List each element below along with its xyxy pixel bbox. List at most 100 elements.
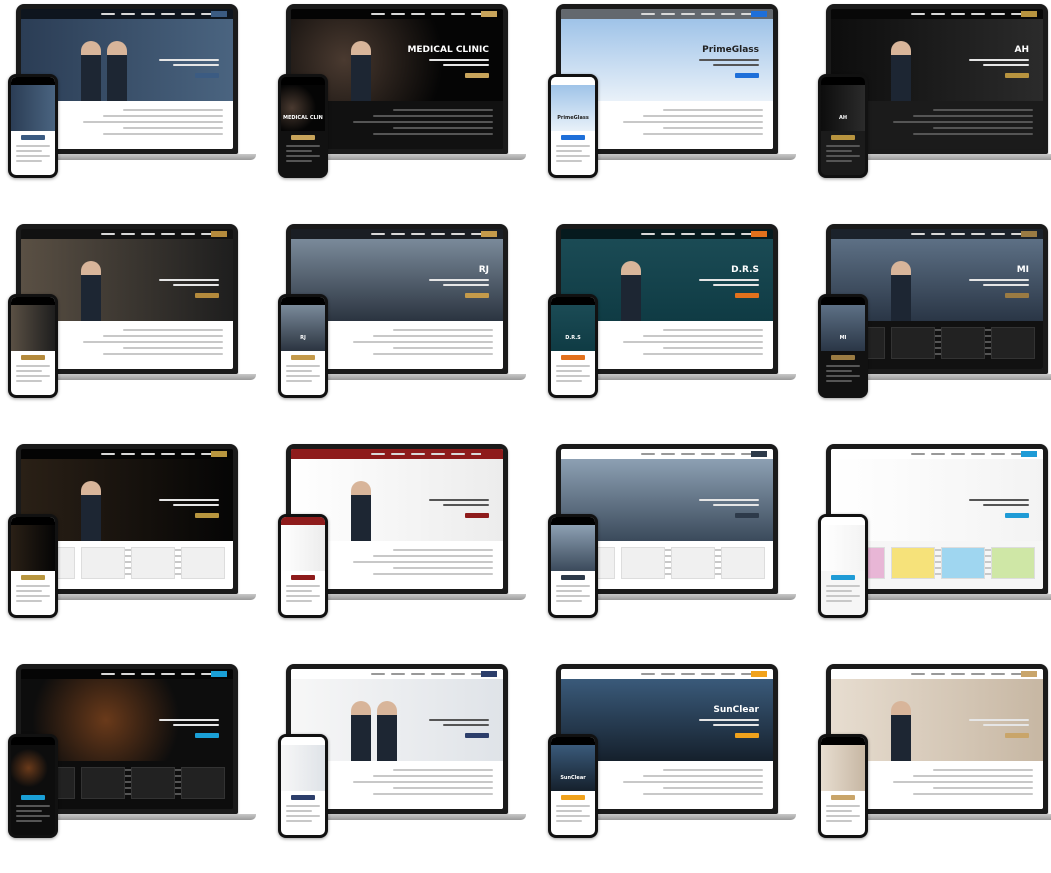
phone-cta-button[interactable] [21,575,45,580]
cta-button[interactable] [735,73,759,78]
nav-link[interactable] [161,13,175,15]
nav-link[interactable] [641,233,655,235]
nav-link[interactable] [451,13,465,15]
phone-cta-button[interactable] [21,355,45,360]
site-logo[interactable] [751,231,767,237]
nav-link[interactable] [701,13,715,15]
nav-link[interactable] [661,673,675,675]
nav-link[interactable] [141,233,155,235]
nav-link[interactable] [721,13,735,15]
nav-link[interactable] [141,13,155,15]
phone-cta-button[interactable] [561,355,585,360]
site-logo[interactable] [481,11,497,17]
site-logo[interactable] [211,231,227,237]
nav-link[interactable] [701,673,715,675]
nav-link[interactable] [101,233,115,235]
cta-button[interactable] [195,733,219,738]
feature-card[interactable] [941,547,985,579]
nav-link[interactable] [951,233,965,235]
nav-link[interactable] [991,233,1005,235]
feature-card[interactable] [991,547,1035,579]
feature-card[interactable] [671,547,715,579]
nav-link[interactable] [911,233,925,235]
nav-link[interactable] [411,13,425,15]
nav-link[interactable] [991,673,1005,675]
feature-card[interactable] [941,327,985,359]
nav-link[interactable] [931,13,945,15]
nav-link[interactable] [911,13,925,15]
portfolio-item-8[interactable]: MI MI [818,222,1051,433]
site-logo[interactable] [751,671,767,677]
phone-cta-button[interactable] [831,135,855,140]
nav-link[interactable] [181,233,195,235]
nav-link[interactable] [681,453,695,455]
cta-button[interactable] [735,733,759,738]
nav-link[interactable] [931,453,945,455]
portfolio-item-16[interactable] [818,662,1051,873]
nav-link[interactable] [161,673,175,675]
nav-link[interactable] [181,453,195,455]
nav-link[interactable] [661,453,675,455]
nav-link[interactable] [121,673,135,675]
nav-link[interactable] [101,13,115,15]
cta-button[interactable] [735,513,759,518]
nav-link[interactable] [661,233,675,235]
portfolio-item-2[interactable]: MEDICAL CLINIC MEDICAL CLINIC [278,2,540,213]
nav-link[interactable] [371,453,385,455]
nav-link[interactable] [371,233,385,235]
phone-cta-button[interactable] [291,355,315,360]
nav-link[interactable] [991,13,1005,15]
site-logo[interactable] [1021,451,1037,457]
cta-button[interactable] [195,513,219,518]
nav-link[interactable] [411,673,425,675]
site-logo[interactable] [481,231,497,237]
nav-link[interactable] [391,673,405,675]
site-logo[interactable] [211,451,227,457]
site-logo[interactable] [211,671,227,677]
nav-link[interactable] [641,13,655,15]
nav-link[interactable] [701,233,715,235]
nav-link[interactable] [721,233,735,235]
nav-link[interactable] [681,13,695,15]
site-logo[interactable] [751,451,767,457]
cta-button[interactable] [195,73,219,78]
nav-link[interactable] [931,673,945,675]
phone-cta-button[interactable] [561,575,585,580]
nav-link[interactable] [911,673,925,675]
phone-cta-button[interactable] [291,575,315,580]
feature-card[interactable] [991,327,1035,359]
nav-link[interactable] [391,13,405,15]
nav-link[interactable] [721,453,735,455]
phone-cta-button[interactable] [831,575,855,580]
nav-link[interactable] [101,453,115,455]
portfolio-item-5[interactable] [8,222,270,433]
nav-link[interactable] [701,453,715,455]
phone-cta-button[interactable] [21,135,45,140]
site-logo[interactable] [1021,231,1037,237]
nav-link[interactable] [931,233,945,235]
site-logo[interactable] [481,671,497,677]
portfolio-item-3[interactable]: PrimeGlass PrimeGlass [548,2,810,213]
portfolio-item-7[interactable]: D.R.S D.R.S [548,222,810,433]
phone-cta-button[interactable] [291,135,315,140]
cta-button[interactable] [465,513,489,518]
portfolio-item-14[interactable] [278,662,540,873]
phone-cta-button[interactable] [831,355,855,360]
phone-cta-button[interactable] [561,795,585,800]
nav-link[interactable] [951,453,965,455]
phone-cta-button[interactable] [291,795,315,800]
site-logo[interactable] [481,451,497,457]
nav-link[interactable] [411,453,425,455]
portfolio-item-6[interactable]: RJ RJ [278,222,540,433]
cta-button[interactable] [465,293,489,298]
cta-button[interactable] [1005,73,1029,78]
nav-link[interactable] [951,13,965,15]
nav-link[interactable] [431,13,445,15]
nav-link[interactable] [181,673,195,675]
site-logo[interactable] [1021,671,1037,677]
cta-button[interactable] [195,293,219,298]
nav-link[interactable] [391,453,405,455]
nav-link[interactable] [371,13,385,15]
nav-link[interactable] [971,233,985,235]
nav-link[interactable] [451,453,465,455]
